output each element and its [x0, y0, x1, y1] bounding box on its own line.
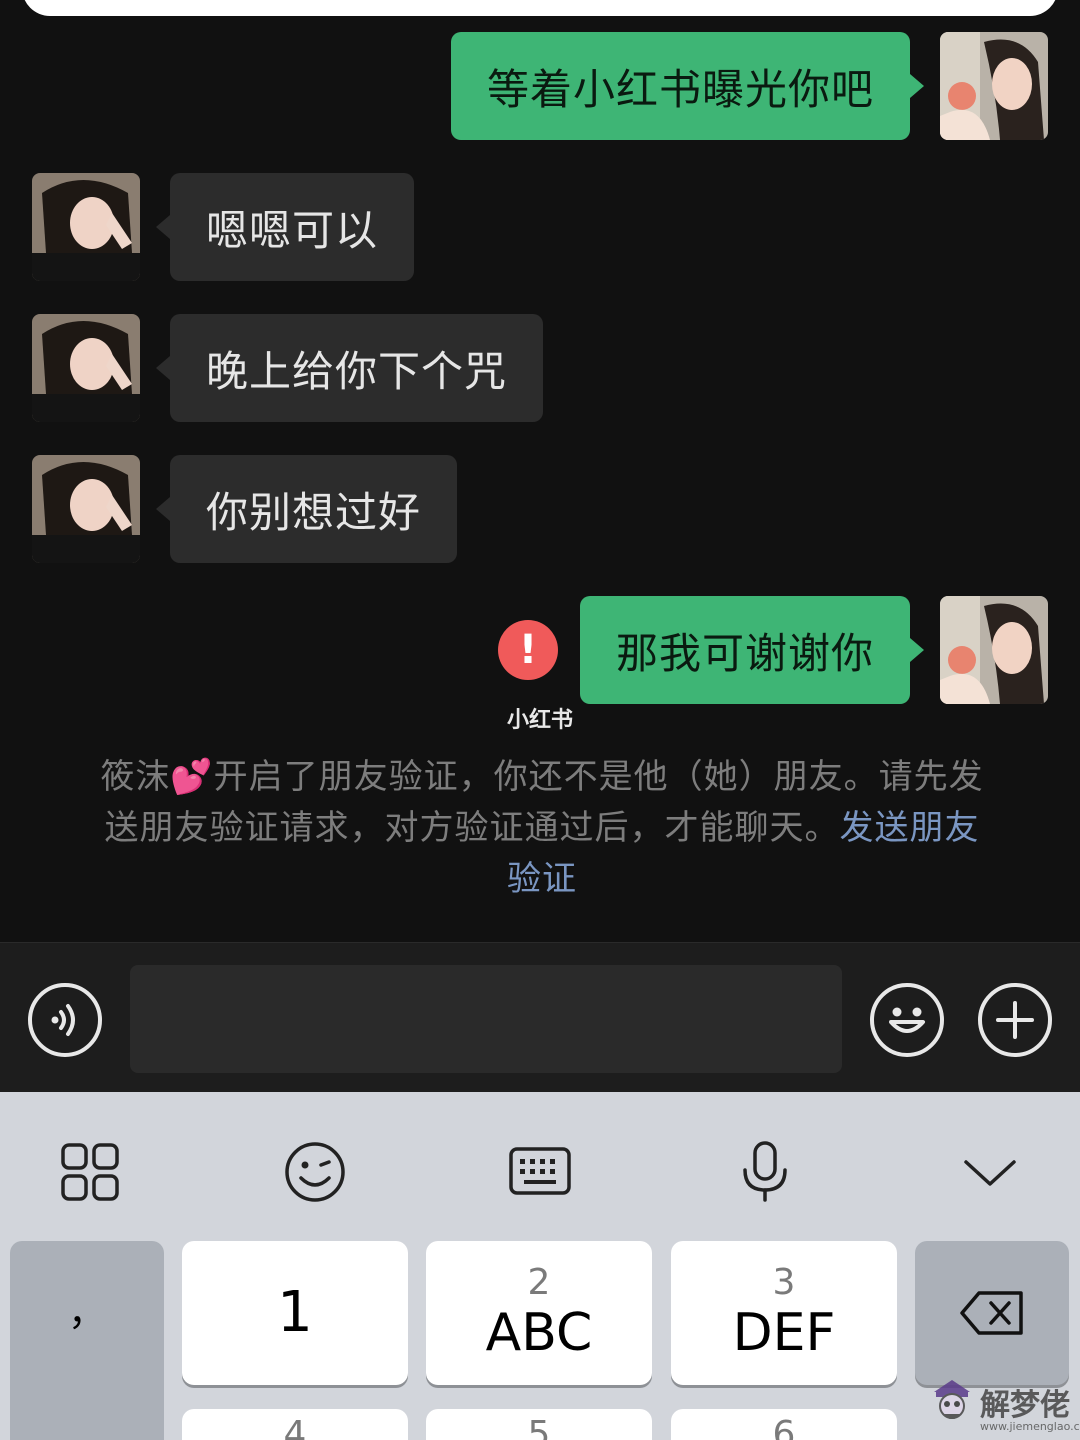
- comma-label: ，: [67, 1290, 106, 1334]
- key-number: 3: [772, 1262, 796, 1303]
- punctuation-key[interactable]: ， 。: [10, 1241, 164, 1440]
- keyboard-toolbar: [0, 1092, 1080, 1240]
- key-3-def[interactable]: 3 DEF: [671, 1241, 897, 1385]
- key-label: DEF: [732, 1303, 836, 1363]
- key-4-ghi[interactable]: 4: [182, 1409, 408, 1440]
- voice-icon[interactable]: [28, 983, 102, 1057]
- message-bubble[interactable]: 等着小红书曝光你吧: [450, 32, 925, 140]
- notice-username: 筱沫: [100, 757, 171, 797]
- send-failed-icon[interactable]: !: [497, 620, 558, 680]
- plus-icon[interactable]: [978, 983, 1052, 1057]
- message-row-sent: 等着小红书曝光你吧: [450, 32, 1048, 140]
- message-row-received: 晚上给你下个咒: [32, 314, 544, 422]
- message-input[interactable]: [130, 965, 842, 1073]
- smile-icon[interactable]: [275, 1132, 355, 1212]
- site-logo: 解梦佬 www.jiemenglao.com: [930, 1378, 1080, 1433]
- avatar[interactable]: [32, 314, 140, 422]
- site-logo-url: www.jiemenglao.com: [980, 1420, 1080, 1433]
- message-row-received: 嗯嗯可以: [32, 173, 415, 281]
- site-logo-text: 解梦佬: [980, 1388, 1070, 1423]
- key-label: ABC: [485, 1303, 593, 1363]
- chevron-down-icon[interactable]: [950, 1132, 1030, 1212]
- xiaohongshu-watermark: 小红书: [506, 708, 573, 733]
- message-row-received: 你别想过好: [32, 455, 458, 563]
- grid-icon[interactable]: [50, 1132, 130, 1212]
- keyboard-icon[interactable]: [500, 1132, 580, 1212]
- backspace-key[interactable]: [915, 1241, 1069, 1385]
- key-number: 2: [527, 1262, 551, 1303]
- message-row-sent: ! 那我可谢谢你: [497, 596, 1048, 704]
- key-6-mno[interactable]: 6: [671, 1409, 897, 1440]
- avatar[interactable]: [32, 173, 140, 281]
- keyboard: ， 。 1 2 ABC 3 DEF 4 5 6: [0, 1092, 1080, 1440]
- key-number: 5: [527, 1414, 551, 1440]
- message-bubble[interactable]: 那我可谢谢你: [579, 596, 925, 704]
- avatar[interactable]: [940, 596, 1048, 704]
- system-notice: 筱沫💕开启了朋友验证，你还不是他（她）朋友。请先发送朋友验证请求，对方验证通过后…: [92, 752, 992, 905]
- emoji-icon[interactable]: [870, 983, 944, 1057]
- message-bubble[interactable]: 晚上给你下个咒: [155, 314, 544, 422]
- heart-emoji-icon: 💕: [170, 757, 214, 797]
- key-2-abc[interactable]: 2 ABC: [426, 1241, 652, 1385]
- avatar[interactable]: [940, 32, 1048, 140]
- message-bubble[interactable]: 嗯嗯可以: [155, 173, 415, 281]
- avatar[interactable]: [32, 455, 140, 563]
- previous-message-card: [22, 0, 1058, 16]
- key-number: 6: [772, 1414, 796, 1440]
- period-label: 。: [67, 1415, 106, 1440]
- key-number: 4: [283, 1414, 307, 1440]
- key-1[interactable]: 1: [182, 1241, 408, 1385]
- mic-icon[interactable]: [725, 1132, 805, 1212]
- mascot-icon: [934, 1380, 970, 1419]
- chat-input-bar: [0, 942, 1080, 1092]
- key-5-jkl[interactable]: 5: [426, 1409, 652, 1440]
- backspace-icon: [960, 1291, 1023, 1335]
- key-label: 1: [277, 1280, 313, 1345]
- message-bubble[interactable]: 你别想过好: [155, 455, 458, 563]
